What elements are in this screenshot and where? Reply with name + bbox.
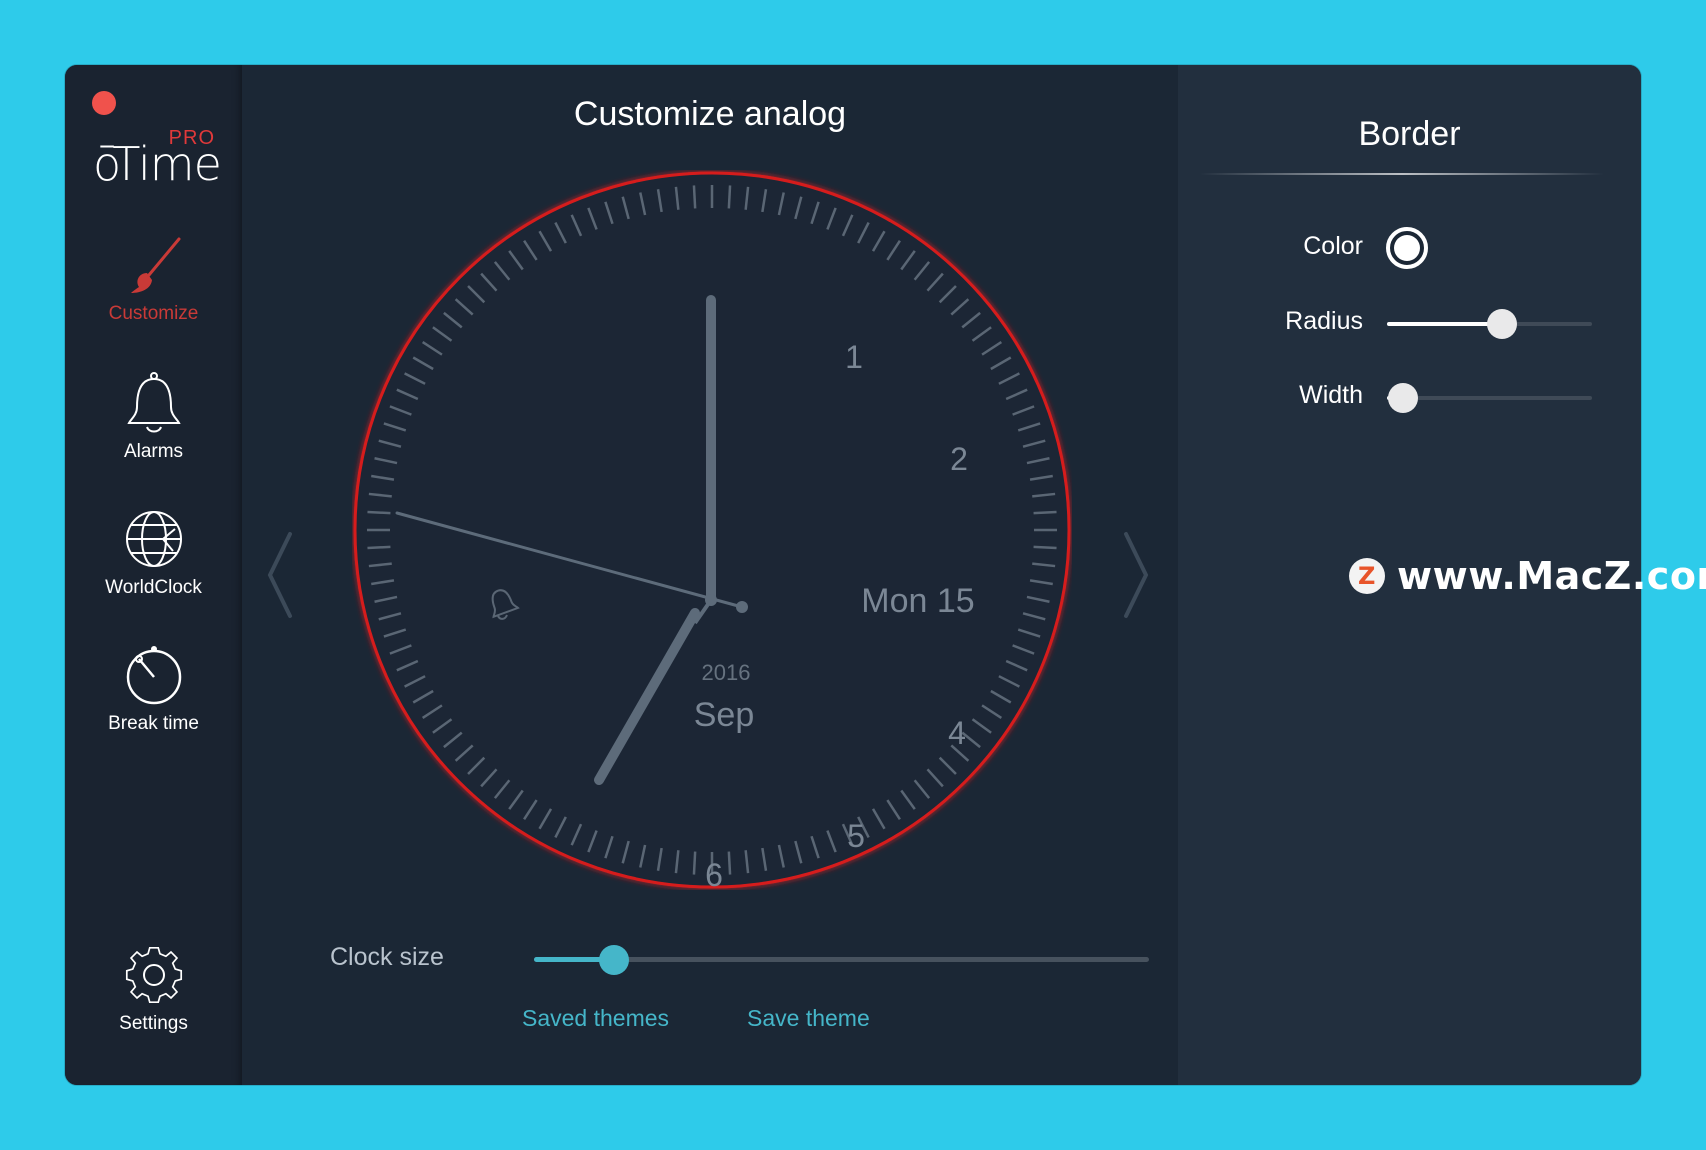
customize-main: Customize analog 1 2 4 5 6 Mon 15 2016 S… [242, 65, 1178, 1085]
sidebar-item-alarms[interactable]: Alarms [65, 371, 242, 463]
sidebar-item-customize[interactable]: Customize [65, 235, 242, 325]
numeral-2: 2 [950, 441, 968, 477]
sidebar-item-label: WorldClock [105, 577, 202, 598]
stopwatch-icon [126, 646, 181, 705]
width-label: Width [1299, 381, 1363, 409]
globe-icon [125, 511, 182, 567]
sidebar-item-label: Customize [108, 303, 199, 324]
clock-size-label: Clock size [330, 943, 444, 971]
clock-tick [692, 851, 697, 875]
radius-slider[interactable] [1387, 309, 1592, 339]
divider [1200, 173, 1604, 175]
clock-size-slider[interactable] [534, 944, 1149, 975]
sidebar-item-break-time[interactable]: Break time [65, 643, 242, 735]
watermark: Z www.MacZ.com [1349, 554, 1706, 598]
radius-slider-thumb[interactable] [1486, 309, 1517, 339]
month-label: Sep [694, 696, 755, 734]
saved-themes-link[interactable]: Saved themes [522, 1005, 669, 1032]
clock-tick [367, 510, 391, 515]
chevron-right-icon[interactable] [1122, 530, 1152, 620]
close-button[interactable] [92, 91, 116, 115]
sidebar-item-label: Break time [108, 713, 199, 734]
center-pin [705, 594, 717, 606]
numeral-5: 5 [847, 818, 865, 854]
clock-tick [692, 185, 697, 209]
sidebar-item-worldclock[interactable]: WorldClock [65, 507, 242, 599]
sidebar: PRO ōTime Customize Alarms WorldClock Br… [65, 65, 242, 1085]
save-theme-link[interactable]: Save theme [747, 1005, 870, 1032]
year-label: 2016 [702, 660, 751, 685]
settings-button[interactable]: Settings [65, 943, 242, 1035]
numeral-1: 1 [845, 339, 863, 375]
radius-label: Radius [1285, 307, 1363, 335]
chevron-left-icon[interactable] [264, 530, 294, 620]
settings-label: Settings [119, 1013, 188, 1034]
sidebar-item-label: Alarms [123, 441, 184, 462]
clock-tick [1033, 510, 1057, 515]
bell-icon [126, 372, 181, 433]
numeral-6: 6 [705, 857, 723, 890]
clock-size-slider-thumb[interactable] [598, 944, 629, 975]
logo-name: ōTime [93, 137, 222, 191]
panel-title: Border [1358, 115, 1461, 153]
paintbrush-icon [130, 237, 180, 293]
clock-tick [727, 851, 732, 875]
width-slider[interactable] [1387, 383, 1592, 413]
border-color-swatch[interactable] [1386, 227, 1428, 269]
app-logo: PRO ōTime [93, 123, 223, 193]
radius-slider-fill [1387, 322, 1502, 326]
width-slider-thumb[interactable] [1388, 383, 1419, 413]
clock-tick [727, 185, 732, 209]
watermark-logo-icon: Z [1349, 558, 1385, 594]
page-title: Customize analog [573, 95, 847, 133]
color-label: Color [1303, 232, 1363, 260]
analog-clock-preview: 1 2 4 5 6 Mon 15 2016 Sep [353, 171, 1071, 890]
day-label: Mon 15 [861, 582, 974, 620]
clock-tick [367, 545, 391, 550]
gear-icon [125, 946, 182, 1004]
clock-tick [1033, 545, 1057, 550]
second-hand-tail [736, 601, 748, 613]
watermark-text: www.MacZ.com [1397, 554, 1706, 598]
numeral-4: 4 [948, 715, 966, 751]
